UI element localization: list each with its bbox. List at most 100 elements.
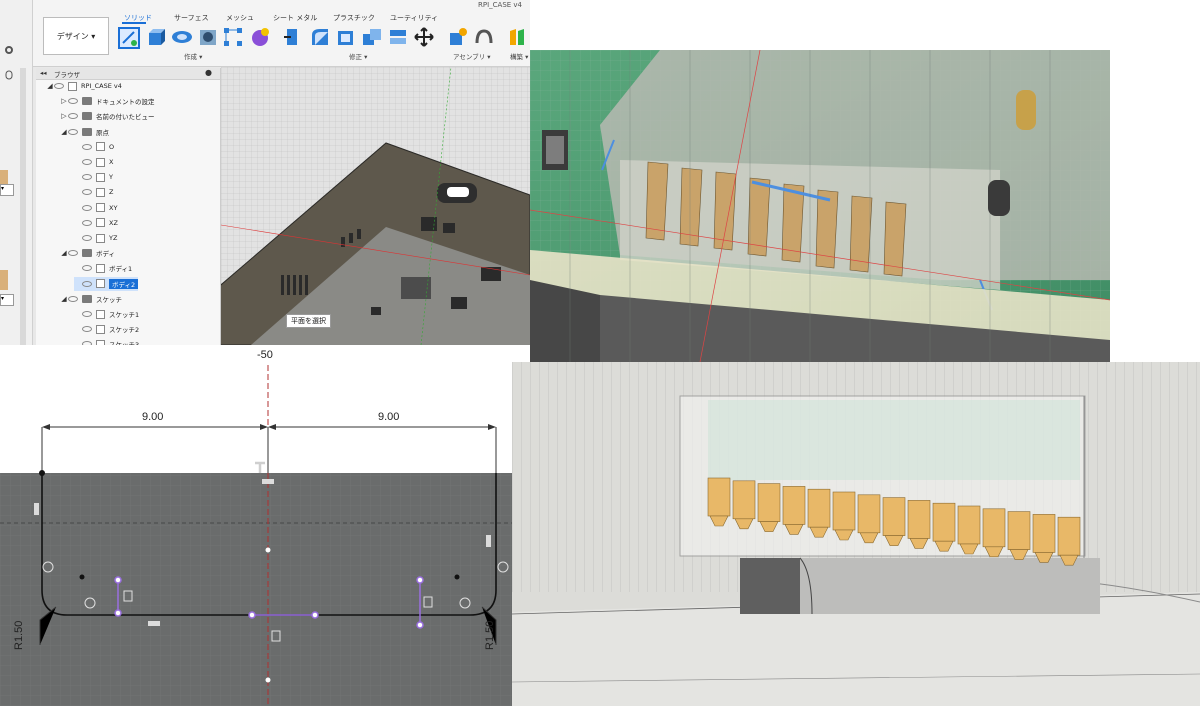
browser-item[interactable]: ◢ 原点 bbox=[60, 125, 109, 139]
group-assemble-label[interactable]: アセンブリ ▾ bbox=[453, 51, 491, 61]
item-icon bbox=[96, 324, 105, 334]
dropdown-toggle[interactable]: ▾ bbox=[0, 294, 14, 306]
viewport-3d[interactable] bbox=[150, 66, 530, 345]
expand-triangle-icon[interactable]: ◢ bbox=[60, 128, 68, 136]
hole-icon[interactable] bbox=[198, 27, 218, 47]
dimension-right[interactable]: 9.00 bbox=[378, 411, 399, 423]
visibility-eye-icon[interactable] bbox=[82, 189, 92, 196]
fillet-icon[interactable] bbox=[310, 27, 330, 47]
browser-item-label: 原点 bbox=[96, 128, 109, 137]
browser-item[interactable]: XY bbox=[74, 201, 117, 215]
browser-item[interactable]: スケッチ1 bbox=[74, 307, 139, 321]
browser-item[interactable]: X bbox=[74, 155, 113, 169]
visibility-eye-icon[interactable] bbox=[82, 143, 92, 150]
group-modify-label[interactable]: 修正 ▾ bbox=[349, 51, 367, 61]
radius-right-label[interactable]: R1.50 bbox=[484, 621, 496, 650]
gpio-pin bbox=[732, 480, 756, 520]
move-copy-icon[interactable] bbox=[414, 27, 434, 47]
revolve-icon[interactable] bbox=[171, 27, 193, 47]
group-create-label[interactable]: 作成 ▾ bbox=[184, 51, 202, 61]
expand-triangle-icon[interactable]: ◢ bbox=[60, 295, 68, 303]
visibility-eye-icon[interactable] bbox=[68, 128, 78, 135]
tab-utilities[interactable]: ユーティリティ bbox=[390, 13, 438, 23]
browser-item-label: 名前の付いたビュー bbox=[96, 113, 155, 122]
folder-icon bbox=[82, 249, 92, 258]
visibility-eye-icon[interactable] bbox=[82, 326, 92, 333]
visibility-eye-icon[interactable] bbox=[82, 280, 92, 287]
extrude-icon[interactable] bbox=[146, 27, 166, 47]
expand-triangle-icon[interactable]: ▷ bbox=[60, 112, 68, 120]
visibility-eye-icon[interactable] bbox=[82, 265, 92, 272]
document-title: RPI_CASE v4 bbox=[478, 1, 523, 9]
visibility-eye-icon[interactable] bbox=[82, 235, 92, 241]
gpio-pin bbox=[1032, 514, 1056, 553]
dimension-top-value[interactable]: -50 bbox=[257, 349, 273, 361]
gpio-pin bbox=[807, 488, 831, 528]
form-icon[interactable] bbox=[250, 27, 270, 47]
visibility-eye-icon[interactable] bbox=[54, 83, 64, 89]
visibility-eye-icon[interactable] bbox=[82, 219, 92, 226]
browser-item[interactable]: ボディ2 bbox=[74, 276, 139, 291]
new-component-icon[interactable] bbox=[448, 27, 468, 47]
browser-item-label: スケッチ2 bbox=[109, 326, 140, 335]
tab-sheet-metal[interactable]: シート メタル bbox=[273, 13, 317, 23]
visibility-eye-icon[interactable] bbox=[68, 113, 78, 120]
tab-surface[interactable]: サーフェス bbox=[174, 13, 209, 23]
active-tab-indicator bbox=[122, 22, 146, 24]
visibility-eye-icon[interactable] bbox=[82, 311, 92, 317]
browser-item-label: YZ bbox=[109, 234, 118, 242]
visibility-eye-icon[interactable] bbox=[82, 159, 92, 165]
visibility-eye-icon[interactable] bbox=[82, 204, 92, 211]
browser-item[interactable]: Z bbox=[74, 185, 113, 199]
browser-item[interactable]: ◢ RPI_CASE v4 bbox=[46, 79, 122, 93]
pin-icon[interactable]: ● bbox=[205, 68, 212, 77]
expand-triangle-icon[interactable]: ▷ bbox=[60, 97, 68, 105]
design-workspace-button[interactable]: デザイン ▾ bbox=[43, 17, 109, 55]
visibility-eye-icon[interactable] bbox=[82, 174, 92, 181]
dropdown-toggle[interactable]: ▾ bbox=[0, 184, 14, 196]
browser-panel: ◂◂ ブラウザ ● ◢ RPI_CASE v4 ▷ ドキュメントの設定 ▷ 名前の付いたビ… bbox=[36, 68, 221, 345]
sketch-view[interactable]: -50 9.00 9.00 R1.50 R1.50 bbox=[0, 345, 512, 706]
expand-triangle-icon[interactable]: ◢ bbox=[46, 82, 54, 90]
browser-item[interactable]: ◢ スケッチ bbox=[60, 292, 122, 306]
new-sketch-icon[interactable] bbox=[118, 27, 140, 49]
visibility-eye-icon[interactable] bbox=[68, 250, 78, 257]
gpio-pin bbox=[1057, 516, 1081, 556]
browser-item[interactable]: ▷ 名前の付いたビュー bbox=[60, 109, 155, 123]
joint-icon[interactable] bbox=[474, 27, 494, 47]
combine-icon[interactable] bbox=[362, 27, 382, 47]
browser-item[interactable]: ◢ ボディ bbox=[60, 246, 115, 260]
browser-item[interactable]: O bbox=[74, 140, 114, 154]
browser-item[interactable]: スケッチ2 bbox=[74, 322, 139, 336]
tab-mesh[interactable]: メッシュ bbox=[226, 13, 254, 23]
browser-item-label: ボディ bbox=[96, 250, 116, 259]
browser-item[interactable]: XZ bbox=[74, 216, 118, 230]
gpio-pin bbox=[1007, 511, 1031, 550]
press-pull-icon[interactable] bbox=[283, 27, 303, 47]
split-icon[interactable] bbox=[388, 27, 408, 47]
select-plane-tooltip: 平面を選択 bbox=[286, 314, 331, 328]
browser-item-label: Z bbox=[109, 188, 114, 197]
browser-item[interactable]: YZ bbox=[74, 231, 117, 245]
expand-triangle-icon[interactable]: ◢ bbox=[60, 249, 68, 257]
browser-item[interactable]: Y bbox=[74, 170, 113, 184]
collapse-icon[interactable]: ◂◂ bbox=[40, 69, 47, 77]
shell-icon[interactable] bbox=[336, 27, 356, 47]
folder-icon bbox=[82, 294, 92, 303]
radius-left-label[interactable]: R1.50 bbox=[13, 621, 25, 650]
offset-plane-icon[interactable] bbox=[508, 27, 528, 47]
pattern-icon[interactable] bbox=[223, 27, 243, 47]
tab-plastic[interactable]: プラスチック bbox=[333, 13, 375, 23]
scrollbar[interactable] bbox=[20, 68, 26, 345]
dimension-left[interactable]: 9.00 bbox=[142, 411, 163, 423]
visibility-eye-icon[interactable] bbox=[68, 98, 78, 105]
browser-item-label: ボディ2 bbox=[109, 278, 139, 289]
group-construct-label[interactable]: 構築 ▾ bbox=[510, 51, 528, 61]
item-icon bbox=[96, 142, 105, 152]
browser-item-label: O bbox=[109, 142, 115, 151]
browser-item[interactable]: ▷ ドキュメントの設定 bbox=[60, 94, 155, 108]
browser-item[interactable]: ボディ1 bbox=[74, 261, 132, 275]
visibility-eye-icon[interactable] bbox=[68, 295, 78, 302]
browser-item[interactable]: スケッチ3 bbox=[74, 337, 139, 345]
gear-icon[interactable] bbox=[4, 45, 14, 55]
